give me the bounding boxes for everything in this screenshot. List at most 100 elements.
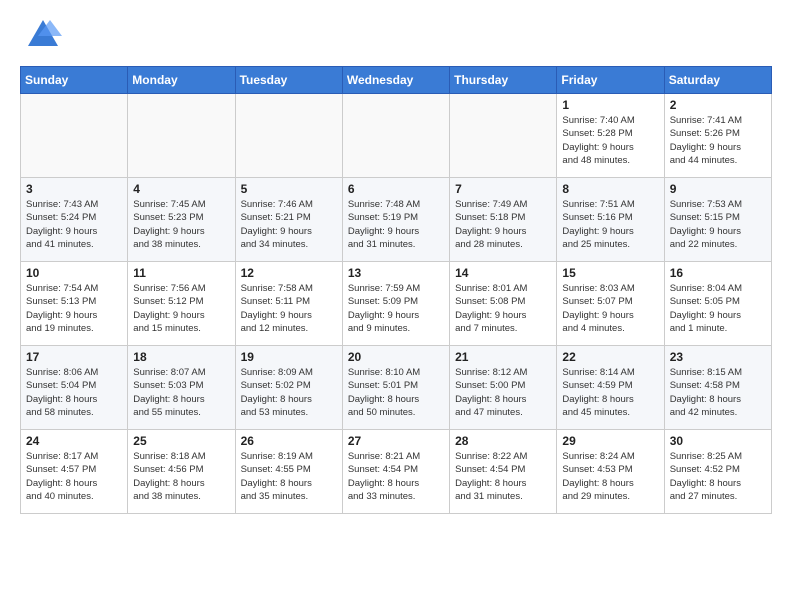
day-info: Sunrise: 7:51 AM Sunset: 5:16 PM Dayligh…: [562, 198, 658, 251]
day-info: Sunrise: 8:17 AM Sunset: 4:57 PM Dayligh…: [26, 450, 122, 503]
day-info: Sunrise: 7:54 AM Sunset: 5:13 PM Dayligh…: [26, 282, 122, 335]
day-number: 7: [455, 182, 551, 196]
calendar-row: 17 Sunrise: 8:06 AM Sunset: 5:04 PM Dayli…: [21, 346, 772, 430]
calendar-cell: 19 Sunrise: 8:09 AM Sunset: 5:02 PM Dayli…: [235, 346, 342, 430]
calendar-cell: 5 Sunrise: 7:46 AM Sunset: 5:21 PM Daylig…: [235, 178, 342, 262]
day-info: Sunrise: 8:21 AM Sunset: 4:54 PM Dayligh…: [348, 450, 444, 503]
calendar-cell: 22 Sunrise: 8:14 AM Sunset: 4:59 PM Dayli…: [557, 346, 664, 430]
day-info: Sunrise: 8:03 AM Sunset: 5:07 PM Dayligh…: [562, 282, 658, 335]
day-info: Sunrise: 7:40 AM Sunset: 5:28 PM Dayligh…: [562, 114, 658, 167]
calendar-cell: [235, 94, 342, 178]
day-info: Sunrise: 7:48 AM Sunset: 5:19 PM Dayligh…: [348, 198, 444, 251]
header: [20, 16, 772, 54]
calendar-cell: 21 Sunrise: 8:12 AM Sunset: 5:00 PM Dayli…: [450, 346, 557, 430]
day-number: 25: [133, 434, 229, 448]
day-info: Sunrise: 8:09 AM Sunset: 5:02 PM Dayligh…: [241, 366, 337, 419]
day-number: 27: [348, 434, 444, 448]
day-info: Sunrise: 7:45 AM Sunset: 5:23 PM Dayligh…: [133, 198, 229, 251]
day-number: 2: [670, 98, 766, 112]
day-info: Sunrise: 8:18 AM Sunset: 4:56 PM Dayligh…: [133, 450, 229, 503]
calendar-cell: 1 Sunrise: 7:40 AM Sunset: 5:28 PM Daylig…: [557, 94, 664, 178]
calendar-cell: 7 Sunrise: 7:49 AM Sunset: 5:18 PM Daylig…: [450, 178, 557, 262]
day-number: 5: [241, 182, 337, 196]
day-info: Sunrise: 8:01 AM Sunset: 5:08 PM Dayligh…: [455, 282, 551, 335]
day-info: Sunrise: 7:49 AM Sunset: 5:18 PM Dayligh…: [455, 198, 551, 251]
calendar-cell: [342, 94, 449, 178]
calendar-cell: 6 Sunrise: 7:48 AM Sunset: 5:19 PM Daylig…: [342, 178, 449, 262]
day-number: 6: [348, 182, 444, 196]
weekday-header: Saturday: [664, 67, 771, 94]
day-info: Sunrise: 8:06 AM Sunset: 5:04 PM Dayligh…: [26, 366, 122, 419]
calendar-row: 3Sunrise: 7:43 AM Sunset: 5:24 PM Daylig…: [21, 178, 772, 262]
day-info: Sunrise: 7:53 AM Sunset: 5:15 PM Dayligh…: [670, 198, 766, 251]
calendar-row: 10 Sunrise: 7:54 AM Sunset: 5:13 PM Dayli…: [21, 262, 772, 346]
day-number: 17: [26, 350, 122, 364]
day-info: Sunrise: 8:19 AM Sunset: 4:55 PM Dayligh…: [241, 450, 337, 503]
calendar-cell: 16 Sunrise: 8:04 AM Sunset: 5:05 PM Dayli…: [664, 262, 771, 346]
calendar-cell: [21, 94, 128, 178]
day-number: 26: [241, 434, 337, 448]
weekday-header: Friday: [557, 67, 664, 94]
calendar-cell: 17 Sunrise: 8:06 AM Sunset: 5:04 PM Dayli…: [21, 346, 128, 430]
calendar-cell: 2Sunrise: 7:41 AM Sunset: 5:26 PM Daylig…: [664, 94, 771, 178]
calendar-cell: [128, 94, 235, 178]
day-number: 28: [455, 434, 551, 448]
day-info: Sunrise: 8:10 AM Sunset: 5:01 PM Dayligh…: [348, 366, 444, 419]
calendar-cell: 10 Sunrise: 7:54 AM Sunset: 5:13 PM Dayli…: [21, 262, 128, 346]
day-info: Sunrise: 7:56 AM Sunset: 5:12 PM Dayligh…: [133, 282, 229, 335]
calendar-cell: 26 Sunrise: 8:19 AM Sunset: 4:55 PM Dayli…: [235, 430, 342, 514]
calendar-cell: 20 Sunrise: 8:10 AM Sunset: 5:01 PM Dayli…: [342, 346, 449, 430]
calendar-cell: 9Sunrise: 7:53 AM Sunset: 5:15 PM Daylig…: [664, 178, 771, 262]
calendar-cell: 15Sunrise: 8:03 AM Sunset: 5:07 PM Dayli…: [557, 262, 664, 346]
day-number: 1: [562, 98, 658, 112]
calendar-row: 24Sunrise: 8:17 AM Sunset: 4:57 PM Dayli…: [21, 430, 772, 514]
calendar-cell: 30Sunrise: 8:25 AM Sunset: 4:52 PM Dayli…: [664, 430, 771, 514]
calendar-row: 1 Sunrise: 7:40 AM Sunset: 5:28 PM Daylig…: [21, 94, 772, 178]
day-info: Sunrise: 8:12 AM Sunset: 5:00 PM Dayligh…: [455, 366, 551, 419]
calendar-cell: 27 Sunrise: 8:21 AM Sunset: 4:54 PM Dayli…: [342, 430, 449, 514]
day-number: 8: [562, 182, 658, 196]
day-info: Sunrise: 7:58 AM Sunset: 5:11 PM Dayligh…: [241, 282, 337, 335]
day-number: 12: [241, 266, 337, 280]
calendar-cell: [450, 94, 557, 178]
calendar-cell: 13Sunrise: 7:59 AM Sunset: 5:09 PM Dayli…: [342, 262, 449, 346]
logo: [20, 16, 62, 54]
day-number: 20: [348, 350, 444, 364]
day-number: 19: [241, 350, 337, 364]
day-number: 11: [133, 266, 229, 280]
weekday-header: Tuesday: [235, 67, 342, 94]
calendar-cell: 28Sunrise: 8:22 AM Sunset: 4:54 PM Dayli…: [450, 430, 557, 514]
day-number: 4: [133, 182, 229, 196]
calendar-cell: 12 Sunrise: 7:58 AM Sunset: 5:11 PM Dayli…: [235, 262, 342, 346]
calendar: SundayMondayTuesdayWednesdayThursdayFrid…: [20, 66, 772, 514]
day-info: Sunrise: 8:07 AM Sunset: 5:03 PM Dayligh…: [133, 366, 229, 419]
day-number: 3: [26, 182, 122, 196]
day-number: 30: [670, 434, 766, 448]
page: SundayMondayTuesdayWednesdayThursdayFrid…: [0, 0, 792, 524]
day-number: 29: [562, 434, 658, 448]
calendar-cell: 24Sunrise: 8:17 AM Sunset: 4:57 PM Dayli…: [21, 430, 128, 514]
calendar-cell: 8 Sunrise: 7:51 AM Sunset: 5:16 PM Daylig…: [557, 178, 664, 262]
day-number: 16: [670, 266, 766, 280]
weekday-header: Wednesday: [342, 67, 449, 94]
day-info: Sunrise: 8:15 AM Sunset: 4:58 PM Dayligh…: [670, 366, 766, 419]
day-number: 21: [455, 350, 551, 364]
day-info: Sunrise: 8:14 AM Sunset: 4:59 PM Dayligh…: [562, 366, 658, 419]
day-number: 23: [670, 350, 766, 364]
calendar-cell: 11 Sunrise: 7:56 AM Sunset: 5:12 PM Dayli…: [128, 262, 235, 346]
weekday-header: Sunday: [21, 67, 128, 94]
day-info: Sunrise: 7:46 AM Sunset: 5:21 PM Dayligh…: [241, 198, 337, 251]
calendar-cell: 14 Sunrise: 8:01 AM Sunset: 5:08 PM Dayli…: [450, 262, 557, 346]
weekday-header: Monday: [128, 67, 235, 94]
calendar-cell: 18Sunrise: 8:07 AM Sunset: 5:03 PM Dayli…: [128, 346, 235, 430]
day-number: 10: [26, 266, 122, 280]
calendar-cell: 3Sunrise: 7:43 AM Sunset: 5:24 PM Daylig…: [21, 178, 128, 262]
day-number: 22: [562, 350, 658, 364]
logo-icon: [24, 16, 62, 54]
day-info: Sunrise: 8:04 AM Sunset: 5:05 PM Dayligh…: [670, 282, 766, 335]
day-number: 14: [455, 266, 551, 280]
calendar-cell: 29Sunrise: 8:24 AM Sunset: 4:53 PM Dayli…: [557, 430, 664, 514]
calendar-cell: 4 Sunrise: 7:45 AM Sunset: 5:23 PM Daylig…: [128, 178, 235, 262]
weekday-header: Thursday: [450, 67, 557, 94]
day-info: Sunrise: 7:59 AM Sunset: 5:09 PM Dayligh…: [348, 282, 444, 335]
